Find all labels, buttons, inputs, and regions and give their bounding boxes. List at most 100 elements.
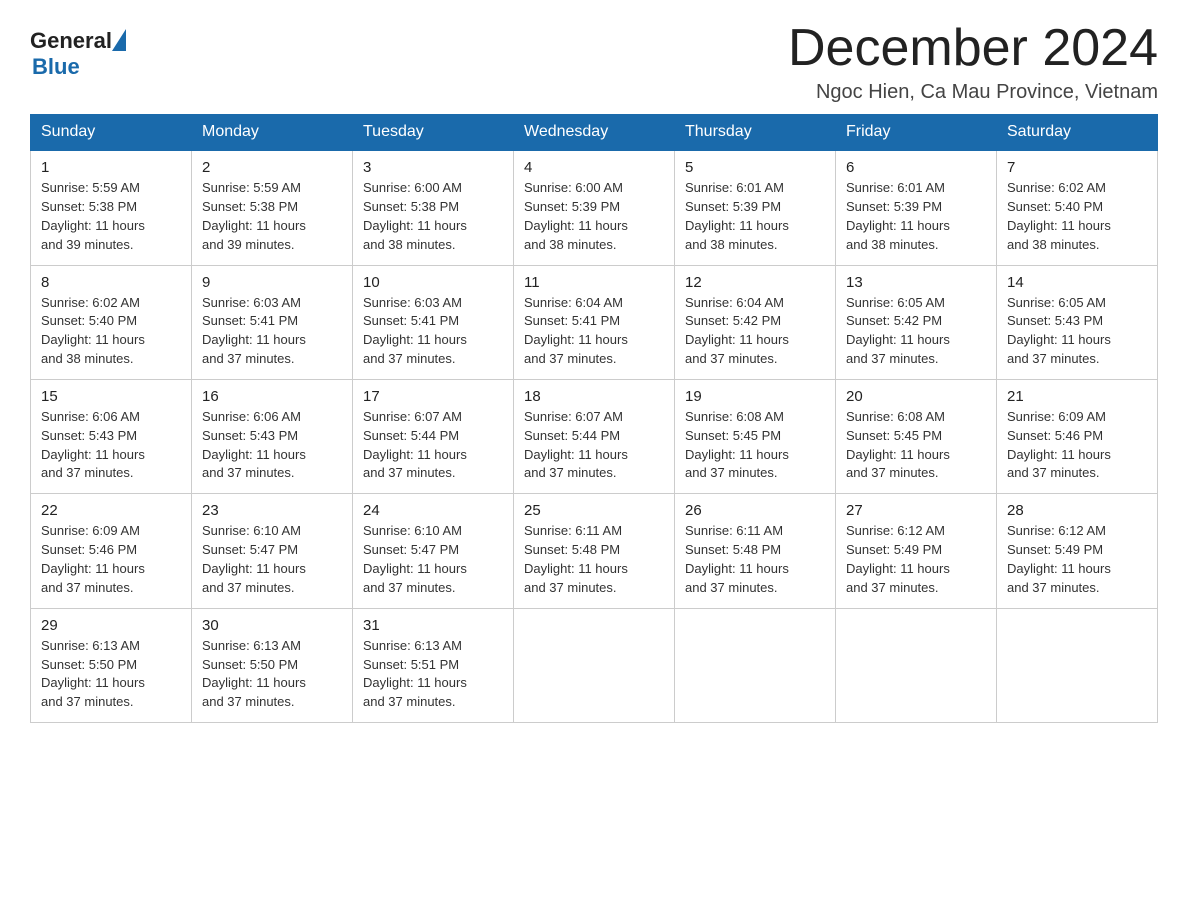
- day-number: 6: [846, 159, 986, 176]
- day-info: Sunrise: 6:01 AMSunset: 5:39 PMDaylight:…: [846, 180, 950, 252]
- day-number: 24: [363, 502, 503, 519]
- calendar-cell: 23 Sunrise: 6:10 AMSunset: 5:47 PMDaylig…: [192, 494, 353, 608]
- calendar-cell: 22 Sunrise: 6:09 AMSunset: 5:46 PMDaylig…: [31, 494, 192, 608]
- day-number: 30: [202, 617, 342, 634]
- day-number: 17: [363, 388, 503, 405]
- calendar-cell: 31 Sunrise: 6:13 AMSunset: 5:51 PMDaylig…: [353, 608, 514, 722]
- day-info: Sunrise: 6:03 AMSunset: 5:41 PMDaylight:…: [363, 295, 467, 367]
- day-info: Sunrise: 6:09 AMSunset: 5:46 PMDaylight:…: [1007, 409, 1111, 481]
- day-info: Sunrise: 6:00 AMSunset: 5:39 PMDaylight:…: [524, 180, 628, 252]
- day-info: Sunrise: 6:10 AMSunset: 5:47 PMDaylight:…: [363, 523, 467, 595]
- title-block: December 2024 Ngoc Hien, Ca Mau Province…: [788, 20, 1158, 104]
- day-number: 26: [685, 502, 825, 519]
- calendar-header-saturday: Saturday: [997, 115, 1158, 151]
- day-info: Sunrise: 6:08 AMSunset: 5:45 PMDaylight:…: [846, 409, 950, 481]
- calendar-cell: 20 Sunrise: 6:08 AMSunset: 5:45 PMDaylig…: [836, 379, 997, 493]
- day-info: Sunrise: 6:04 AMSunset: 5:42 PMDaylight:…: [685, 295, 789, 367]
- calendar-cell: 19 Sunrise: 6:08 AMSunset: 5:45 PMDaylig…: [675, 379, 836, 493]
- calendar-cell: 11 Sunrise: 6:04 AMSunset: 5:41 PMDaylig…: [514, 265, 675, 379]
- calendar-cell: 17 Sunrise: 6:07 AMSunset: 5:44 PMDaylig…: [353, 379, 514, 493]
- day-info: Sunrise: 6:10 AMSunset: 5:47 PMDaylight:…: [202, 523, 306, 595]
- calendar-cell: 21 Sunrise: 6:09 AMSunset: 5:46 PMDaylig…: [997, 379, 1158, 493]
- day-info: Sunrise: 5:59 AMSunset: 5:38 PMDaylight:…: [41, 180, 145, 252]
- calendar-cell: 5 Sunrise: 6:01 AMSunset: 5:39 PMDayligh…: [675, 150, 836, 265]
- day-info: Sunrise: 6:02 AMSunset: 5:40 PMDaylight:…: [1007, 180, 1111, 252]
- day-number: 21: [1007, 388, 1147, 405]
- day-number: 5: [685, 159, 825, 176]
- calendar-cell: 24 Sunrise: 6:10 AMSunset: 5:47 PMDaylig…: [353, 494, 514, 608]
- calendar-cell: 28 Sunrise: 6:12 AMSunset: 5:49 PMDaylig…: [997, 494, 1158, 608]
- logo: General Blue: [30, 28, 126, 80]
- logo-blue: Blue: [32, 54, 80, 80]
- calendar-cell: [675, 608, 836, 722]
- day-number: 9: [202, 274, 342, 291]
- day-number: 12: [685, 274, 825, 291]
- logo-triangle-icon: [112, 29, 126, 51]
- calendar-cell: 6 Sunrise: 6:01 AMSunset: 5:39 PMDayligh…: [836, 150, 997, 265]
- logo-general: General: [30, 28, 112, 54]
- day-number: 19: [685, 388, 825, 405]
- day-number: 16: [202, 388, 342, 405]
- day-info: Sunrise: 6:11 AMSunset: 5:48 PMDaylight:…: [685, 523, 789, 595]
- calendar-week-row: 22 Sunrise: 6:09 AMSunset: 5:46 PMDaylig…: [31, 494, 1158, 608]
- day-info: Sunrise: 6:11 AMSunset: 5:48 PMDaylight:…: [524, 523, 628, 595]
- calendar-cell: 27 Sunrise: 6:12 AMSunset: 5:49 PMDaylig…: [836, 494, 997, 608]
- calendar-cell: 25 Sunrise: 6:11 AMSunset: 5:48 PMDaylig…: [514, 494, 675, 608]
- calendar-cell: 10 Sunrise: 6:03 AMSunset: 5:41 PMDaylig…: [353, 265, 514, 379]
- calendar-cell: [514, 608, 675, 722]
- day-number: 8: [41, 274, 181, 291]
- calendar-week-row: 29 Sunrise: 6:13 AMSunset: 5:50 PMDaylig…: [31, 608, 1158, 722]
- day-number: 28: [1007, 502, 1147, 519]
- day-info: Sunrise: 6:06 AMSunset: 5:43 PMDaylight:…: [41, 409, 145, 481]
- location-title: Ngoc Hien, Ca Mau Province, Vietnam: [788, 81, 1158, 104]
- calendar-cell: 1 Sunrise: 5:59 AMSunset: 5:38 PMDayligh…: [31, 150, 192, 265]
- calendar-cell: 2 Sunrise: 5:59 AMSunset: 5:38 PMDayligh…: [192, 150, 353, 265]
- calendar-cell: 18 Sunrise: 6:07 AMSunset: 5:44 PMDaylig…: [514, 379, 675, 493]
- calendar-cell: 14 Sunrise: 6:05 AMSunset: 5:43 PMDaylig…: [997, 265, 1158, 379]
- day-number: 11: [524, 274, 664, 291]
- day-info: Sunrise: 6:06 AMSunset: 5:43 PMDaylight:…: [202, 409, 306, 481]
- calendar-cell: 30 Sunrise: 6:13 AMSunset: 5:50 PMDaylig…: [192, 608, 353, 722]
- day-info: Sunrise: 6:04 AMSunset: 5:41 PMDaylight:…: [524, 295, 628, 367]
- calendar-cell: 3 Sunrise: 6:00 AMSunset: 5:38 PMDayligh…: [353, 150, 514, 265]
- day-info: Sunrise: 6:03 AMSunset: 5:41 PMDaylight:…: [202, 295, 306, 367]
- day-info: Sunrise: 6:05 AMSunset: 5:42 PMDaylight:…: [846, 295, 950, 367]
- month-title: December 2024: [788, 20, 1158, 77]
- day-number: 2: [202, 159, 342, 176]
- calendar-header-tuesday: Tuesday: [353, 115, 514, 151]
- day-info: Sunrise: 6:01 AMSunset: 5:39 PMDaylight:…: [685, 180, 789, 252]
- calendar-cell: 29 Sunrise: 6:13 AMSunset: 5:50 PMDaylig…: [31, 608, 192, 722]
- day-number: 31: [363, 617, 503, 634]
- day-info: Sunrise: 6:05 AMSunset: 5:43 PMDaylight:…: [1007, 295, 1111, 367]
- page-header: General Blue December 2024 Ngoc Hien, Ca…: [30, 20, 1158, 104]
- day-number: 4: [524, 159, 664, 176]
- calendar-cell: [997, 608, 1158, 722]
- calendar-header-monday: Monday: [192, 115, 353, 151]
- day-number: 23: [202, 502, 342, 519]
- day-info: Sunrise: 6:08 AMSunset: 5:45 PMDaylight:…: [685, 409, 789, 481]
- day-info: Sunrise: 6:00 AMSunset: 5:38 PMDaylight:…: [363, 180, 467, 252]
- calendar-cell: 12 Sunrise: 6:04 AMSunset: 5:42 PMDaylig…: [675, 265, 836, 379]
- calendar-week-row: 1 Sunrise: 5:59 AMSunset: 5:38 PMDayligh…: [31, 150, 1158, 265]
- day-info: Sunrise: 6:13 AMSunset: 5:51 PMDaylight:…: [363, 638, 467, 710]
- day-number: 25: [524, 502, 664, 519]
- calendar-cell: 4 Sunrise: 6:00 AMSunset: 5:39 PMDayligh…: [514, 150, 675, 265]
- calendar-header-wednesday: Wednesday: [514, 115, 675, 151]
- calendar-cell: [836, 608, 997, 722]
- day-number: 1: [41, 159, 181, 176]
- day-info: Sunrise: 6:09 AMSunset: 5:46 PMDaylight:…: [41, 523, 145, 595]
- calendar-cell: 13 Sunrise: 6:05 AMSunset: 5:42 PMDaylig…: [836, 265, 997, 379]
- calendar-cell: 26 Sunrise: 6:11 AMSunset: 5:48 PMDaylig…: [675, 494, 836, 608]
- day-number: 27: [846, 502, 986, 519]
- day-info: Sunrise: 6:07 AMSunset: 5:44 PMDaylight:…: [524, 409, 628, 481]
- calendar-table: SundayMondayTuesdayWednesdayThursdayFrid…: [30, 114, 1158, 723]
- calendar-week-row: 15 Sunrise: 6:06 AMSunset: 5:43 PMDaylig…: [31, 379, 1158, 493]
- calendar-cell: 16 Sunrise: 6:06 AMSunset: 5:43 PMDaylig…: [192, 379, 353, 493]
- day-info: Sunrise: 5:59 AMSunset: 5:38 PMDaylight:…: [202, 180, 306, 252]
- calendar-cell: 7 Sunrise: 6:02 AMSunset: 5:40 PMDayligh…: [997, 150, 1158, 265]
- day-info: Sunrise: 6:12 AMSunset: 5:49 PMDaylight:…: [1007, 523, 1111, 595]
- day-info: Sunrise: 6:12 AMSunset: 5:49 PMDaylight:…: [846, 523, 950, 595]
- day-number: 10: [363, 274, 503, 291]
- day-number: 14: [1007, 274, 1147, 291]
- calendar-header-friday: Friday: [836, 115, 997, 151]
